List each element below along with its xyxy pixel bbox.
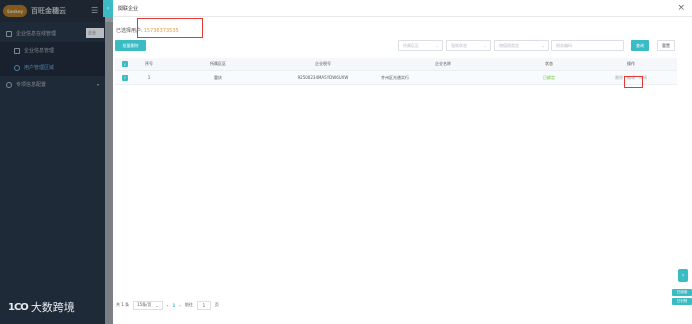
row-name: 齐州区光谱实行: [381, 74, 409, 80]
header-checkbox-cell: ✓: [115, 58, 135, 70]
chevron-down-icon: ⌄: [483, 43, 487, 48]
goto-page-input[interactable]: 1: [196, 300, 211, 310]
select-all-checkbox[interactable]: ✓: [122, 61, 128, 67]
header-tax-no: 企业税号: [315, 61, 331, 66]
status-filter-placeholder: 强制状态: [451, 42, 467, 48]
drawer-header: 関联企业 ×: [113, 0, 692, 17]
sidebar: Sankey 百旺金穗云 ☰ 企业信息在线管理 ▾ 企业信息管理 用户管理区域 …: [0, 0, 105, 324]
row-region: 重庆: [214, 74, 222, 80]
watermark-text: 大数跨境: [30, 301, 75, 314]
enterprise-table: ✓ 序号 所属区区 企业税号 企业名称 状态 操作 ✓ 1 重庆 9250023…: [115, 58, 677, 85]
vat-type-filter[interactable]: 增值税类型 ⌄: [494, 40, 549, 51]
background-tab: 企业: [86, 28, 104, 38]
region-filter-placeholder: 所属区区: [403, 42, 419, 48]
watermark-logo: 1CO: [8, 301, 29, 313]
header-name: 企业名称: [435, 61, 451, 66]
header-index: 序号: [145, 61, 153, 66]
pagination: 共 1 条 15条/页 ⌄ ‹ 1 › 前往 1 页: [116, 300, 219, 310]
tax-code-placeholder: 税务编码: [556, 42, 572, 48]
goto-label: 前往: [184, 302, 193, 307]
table-row: ✓ 1 重庆 92500234MA5YDW6UXW 齐州区光谱实行 已绑定 删除…: [115, 71, 677, 85]
page-size-select[interactable]: 15条/页 ⌄: [133, 300, 163, 310]
tax-code-input[interactable]: 税务编码: [551, 40, 624, 51]
row-index: 1: [147, 75, 151, 80]
next-page-button[interactable]: ›: [179, 303, 181, 308]
close-icon[interactable]: ×: [677, 3, 685, 13]
float-expand-button[interactable]: ‹: [678, 269, 688, 282]
float-tag-recognized[interactable]: 已识别: [672, 298, 692, 305]
row-tax-no: 92500234MA5YDW6UXW: [297, 75, 349, 80]
header-status: 状态: [545, 61, 553, 66]
header-ops: 操作: [627, 61, 635, 66]
watermark: 1CO 大数跨境: [8, 299, 75, 315]
search-button[interactable]: 查询: [631, 40, 649, 51]
row-checkbox-cell: ✓: [115, 71, 135, 84]
collapse-drawer-button[interactable]: ›: [103, 0, 113, 17]
total-count: 共 1 条: [116, 302, 130, 307]
sidebar-mask: [0, 0, 105, 324]
drawer-title: 関联企业: [118, 5, 139, 12]
current-page[interactable]: 1: [173, 303, 176, 308]
vat-type-filter-placeholder: 增值税类型: [499, 42, 519, 48]
status-filter[interactable]: 强制状态 ⌄: [446, 40, 491, 51]
float-tag-read[interactable]: 已阅读: [672, 289, 692, 296]
associate-enterprise-drawer: 関联企业 × 已选择用户:15736373535 批量删除 所属区区 ⌄ 强制状…: [113, 0, 692, 324]
page-size-value: 15条/页: [137, 302, 152, 307]
reset-button[interactable]: 重置: [657, 40, 675, 51]
region-filter[interactable]: 所属区区 ⌄: [398, 40, 443, 51]
chevron-down-icon: ⌄: [541, 43, 545, 48]
highlight-box-delete: [624, 76, 643, 88]
row-checkbox[interactable]: ✓: [122, 74, 128, 81]
chevron-down-icon: ⌄: [435, 43, 439, 48]
delete-link[interactable]: 删除: [615, 75, 623, 81]
page-suffix: 页: [214, 302, 219, 307]
highlight-box-selected-user: [137, 18, 203, 38]
header-region: 所属区区: [210, 61, 226, 66]
chevron-down-icon: ⌄: [155, 302, 159, 308]
row-status: 已绑定: [543, 74, 555, 80]
prev-page-button[interactable]: ‹: [167, 303, 169, 308]
table-header: ✓ 序号 所属区区 企业税号 企业名称 状态 操作: [115, 58, 677, 71]
batch-delete-button[interactable]: 批量删除: [115, 40, 146, 51]
